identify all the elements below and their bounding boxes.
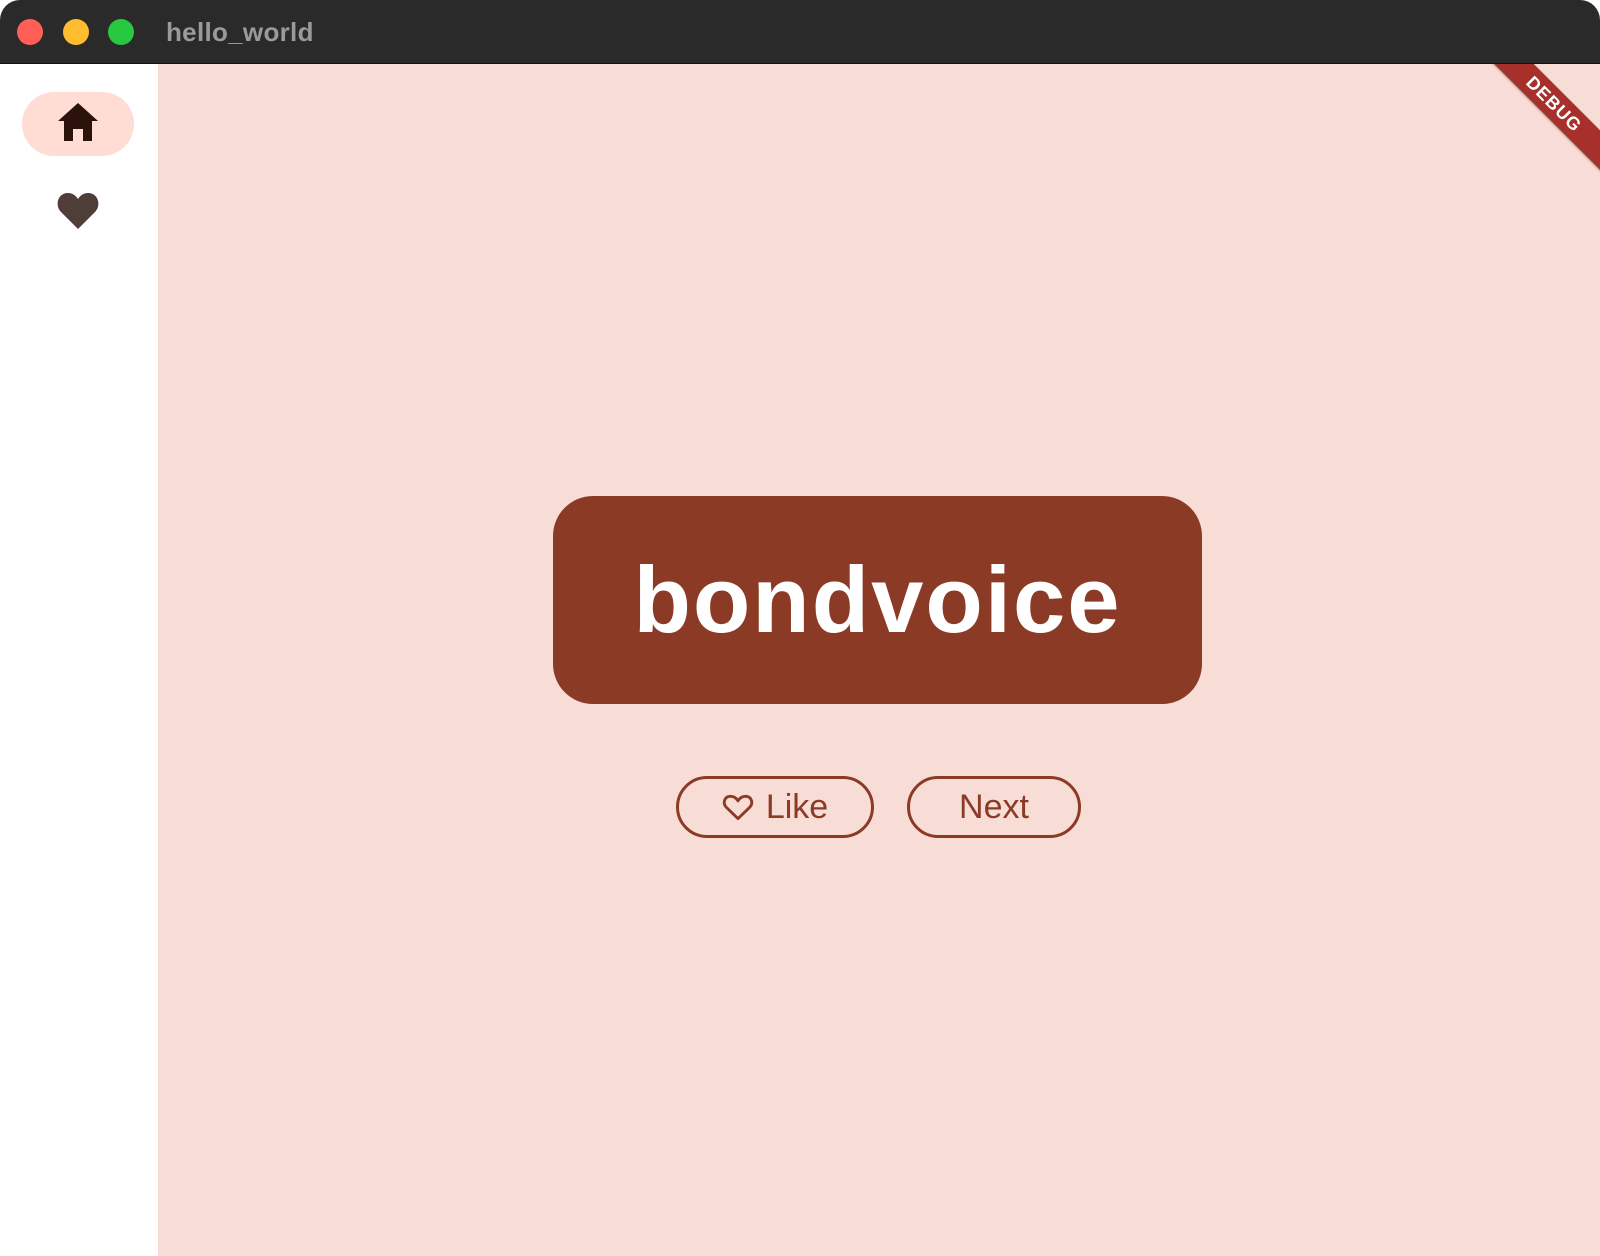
maximize-window-button[interactable] [108, 19, 134, 45]
home-icon [56, 101, 100, 148]
next-button-label: Next [959, 787, 1029, 826]
heart-outline-icon [722, 792, 754, 822]
main-content: bondvoice Like Next DEBUG [158, 64, 1600, 1256]
like-button[interactable]: Like [676, 776, 874, 838]
minimize-window-button[interactable] [63, 19, 89, 45]
close-window-button[interactable] [17, 19, 43, 45]
window-title: hello_world [166, 17, 314, 47]
rail-item-favorites[interactable] [22, 180, 134, 244]
debug-banner: DEBUG [1480, 64, 1600, 178]
navigation-rail [0, 64, 158, 1256]
word-pair-card: bondvoice [553, 496, 1202, 704]
title-bar[interactable]: hello_world [0, 0, 1600, 64]
app-window: hello_world bondvoice Like Next DEBUG [0, 0, 1600, 1256]
word-pair-text: bondvoice [633, 547, 1122, 652]
next-button[interactable]: Next [907, 776, 1081, 838]
heart-icon [56, 190, 100, 235]
rail-item-home[interactable] [22, 92, 134, 156]
like-button-label: Like [765, 787, 829, 826]
